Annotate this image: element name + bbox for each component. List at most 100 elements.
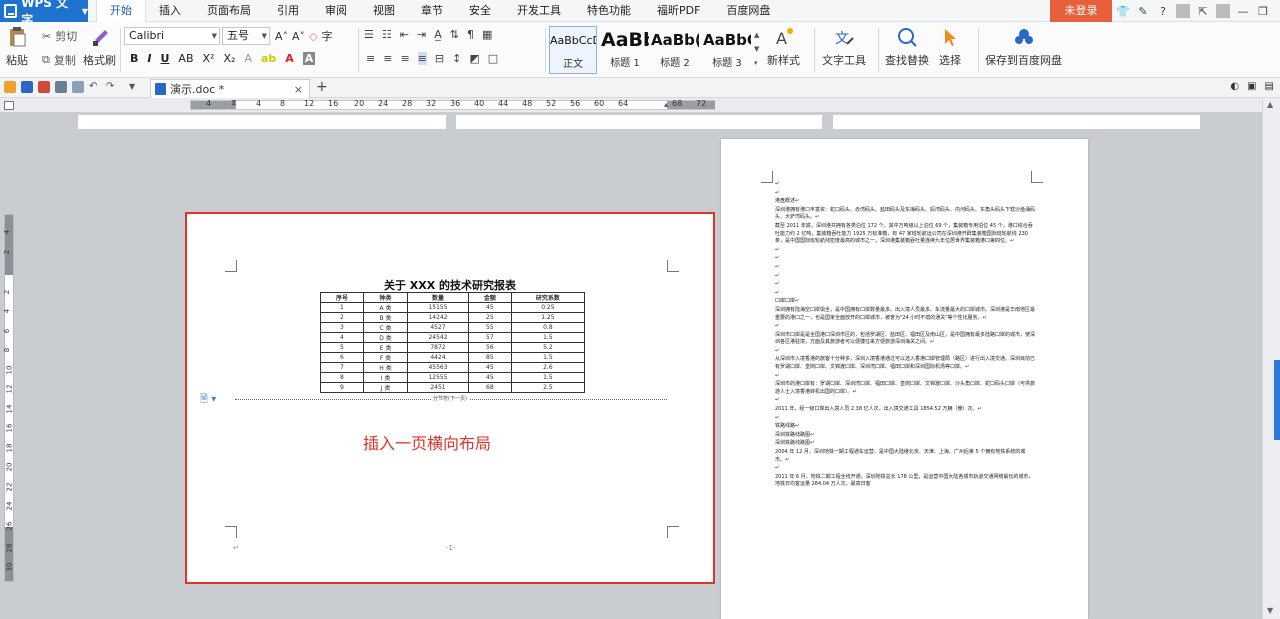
copy-button[interactable]: ⧉ 复制 <box>42 52 76 68</box>
text-tools-button[interactable]: 文 文字工具 <box>822 26 866 68</box>
justify-icon[interactable]: ≡ <box>417 52 427 65</box>
close-button[interactable]: ✕ <box>1276 5 1280 18</box>
text-effect-icon[interactable]: A <box>244 52 252 65</box>
landscape-page[interactable]: 关于 XXX 的技术研究报表 序号 种类 数量 金额 研究系数 1A 类 1515… <box>185 212 715 584</box>
add-tab-button[interactable]: + <box>316 79 328 95</box>
style-heading-2[interactable]: AaBb( 标题 2 <box>651 26 699 74</box>
tab-chapter[interactable]: 章节 <box>408 0 456 22</box>
highlight-icon[interactable]: ab <box>261 52 276 65</box>
right-indent-marker[interactable]: ▴ <box>664 100 668 109</box>
app-menu-button[interactable]: WPS 文字 ▼ <box>0 0 88 27</box>
shading-icon[interactable]: ◩ <box>469 52 479 65</box>
divider <box>1216 4 1230 18</box>
tab-features[interactable]: 特色功能 <box>574 0 644 22</box>
bullets-icon[interactable]: ☰ <box>364 28 374 41</box>
tab-insert[interactable]: 插入 <box>146 0 194 22</box>
find-replace-button[interactable]: 查找替换 <box>885 26 929 68</box>
shrink-font-icon[interactable]: A˅ <box>292 30 305 43</box>
format-painter-button[interactable]: 格式刷 <box>83 26 116 68</box>
align-right-icon[interactable]: ≡ <box>400 52 409 65</box>
vertical-scrollbar[interactable]: ▲ ▼ <box>1262 98 1280 619</box>
print-preview-icon[interactable] <box>72 81 84 93</box>
tab-foxit-pdf[interactable]: 福昕PDF <box>644 0 713 22</box>
subscript-icon[interactable]: X₂ <box>223 52 235 65</box>
grow-font-icon[interactable]: A˄ <box>275 30 288 43</box>
align-center-icon[interactable]: ≡ <box>383 52 392 65</box>
style-heading-3[interactable]: AaBbC 标题 3 <box>703 26 751 74</box>
line-spacing-icon[interactable]: ↕ <box>452 52 461 65</box>
doc-tab[interactable]: 演示.doc * × <box>150 79 310 98</box>
style-heading-1[interactable]: AaBb 标题 1 <box>601 26 649 74</box>
scissors-icon: ✂ <box>42 29 52 43</box>
feedback-icon[interactable]: ✎ <box>1136 5 1150 18</box>
crop-mark <box>761 171 773 183</box>
font-size-select[interactable]: 五号 ▼ <box>222 27 270 45</box>
decrease-indent-icon[interactable]: ⇤ <box>400 28 409 41</box>
login-button[interactable]: 未登录 <box>1050 0 1112 22</box>
scroll-up-icon[interactable]: ▲ <box>1267 100 1273 109</box>
save-to-baidu-button[interactable]: 保存到百度网盘 <box>985 26 1062 68</box>
tab-security[interactable]: 安全 <box>456 0 504 22</box>
export-pdf-icon[interactable] <box>38 81 50 93</box>
horizontal-ruler-row: 4 4 8 12 16 20 24 28 32 36 40 44 48 52 5… <box>0 98 1280 112</box>
style-gallery-scroll[interactable]: ▲ ▼ ▾ <box>754 28 759 70</box>
paste-button[interactable]: 粘贴 <box>6 26 28 68</box>
underline-icon[interactable]: U <box>160 52 169 65</box>
chevron-down-icon[interactable]: ▼ <box>129 81 141 93</box>
redo-icon[interactable]: ↷ <box>106 81 118 93</box>
undo-icon[interactable]: ↶ <box>89 81 101 93</box>
open-icon[interactable] <box>4 81 16 93</box>
annotation-text: 插入一页横向布局 <box>363 434 492 453</box>
select-button[interactable]: 选择 <box>939 26 961 68</box>
layout-icon[interactable]: ▤ <box>1265 81 1274 92</box>
table-border-icon[interactable]: ▦ <box>482 28 492 41</box>
borders-icon[interactable]: □ <box>488 52 498 65</box>
portrait-page[interactable]: ↵ ↵ 港盘概述↵ 深圳港拥有港口丰富资：蛇口码头、赤湾码头、盐田码头及东海码头… <box>721 139 1088 619</box>
tab-stop-selector[interactable] <box>4 101 14 110</box>
bold-icon[interactable]: B <box>130 52 138 65</box>
tab-bar-right-icons: ◐ ▣ ▤ <box>1230 81 1274 92</box>
paragraph-row-1: ☰ ☷ ⇤ ⇥ A̲ ⇅ ¶ ▦ <box>364 28 492 41</box>
close-icon[interactable]: × <box>294 83 303 96</box>
italic-icon[interactable]: I <box>147 52 151 65</box>
word-doc-icon <box>155 83 166 95</box>
sort-icon[interactable]: ⇅ <box>450 28 459 41</box>
show-marks-icon[interactable]: ¶ <box>467 28 474 41</box>
scroll-thumb[interactable] <box>1274 360 1280 440</box>
restore-button[interactable]: ❐ <box>1256 5 1270 18</box>
minimize-button[interactable]: — <box>1236 5 1250 18</box>
tab-home[interactable]: 开始 <box>96 0 146 22</box>
page-options-icon[interactable]: 🗎 ▾ <box>200 392 216 409</box>
char-shading-icon[interactable]: A <box>302 52 316 65</box>
shirt-icon[interactable]: 👕 <box>1116 5 1130 18</box>
clear-format-icon[interactable]: ◇ <box>309 30 317 43</box>
font-color-icon[interactable]: A <box>285 52 294 65</box>
data-table[interactable]: 序号 种类 数量 金额 研究系数 1A 类 15155 45 0.25 2B 类 142… <box>320 292 586 393</box>
pinyin-icon[interactable]: 字 <box>322 28 333 44</box>
tab-view[interactable]: 视图 <box>360 0 408 22</box>
print-icon[interactable] <box>55 81 67 93</box>
font-name-select[interactable]: Calibri ▼ <box>124 27 220 45</box>
new-style-button[interactable]: A 新样式 <box>767 26 800 68</box>
cloud-sync-icon[interactable]: ◐ <box>1230 81 1239 92</box>
tab-page-layout[interactable]: 页面布局 <box>194 0 264 22</box>
fullscreen-icon[interactable]: ⇱ <box>1196 5 1210 18</box>
align-left-icon[interactable]: ≡ <box>366 52 375 65</box>
increase-indent-icon[interactable]: ⇥ <box>417 28 426 41</box>
numbering-icon[interactable]: ☷ <box>382 28 392 41</box>
cut-button[interactable]: ✂ 剪切 <box>42 28 77 44</box>
chinese-layout-icon[interactable]: A̲ <box>434 28 442 41</box>
tab-developer[interactable]: 开发工具 <box>504 0 574 22</box>
distribute-icon[interactable]: ⊟ <box>435 52 444 65</box>
tab-references[interactable]: 引用 <box>264 0 312 22</box>
help-icon[interactable]: ? <box>1156 5 1170 18</box>
strikethrough-icon[interactable]: AB <box>178 52 193 65</box>
indent-marker[interactable]: ⧗ <box>231 98 237 108</box>
tab-baidu-netdisk[interactable]: 百度网盘 <box>713 0 783 22</box>
superscript-icon[interactable]: X² <box>203 52 215 65</box>
tab-review[interactable]: 审阅 <box>312 0 360 22</box>
panel-icon[interactable]: ▣ <box>1247 81 1256 92</box>
style-normal[interactable]: AaBbCcDd 正文 <box>549 26 597 74</box>
save-icon[interactable] <box>21 81 33 93</box>
scroll-down-icon[interactable]: ▼ <box>1267 606 1273 615</box>
